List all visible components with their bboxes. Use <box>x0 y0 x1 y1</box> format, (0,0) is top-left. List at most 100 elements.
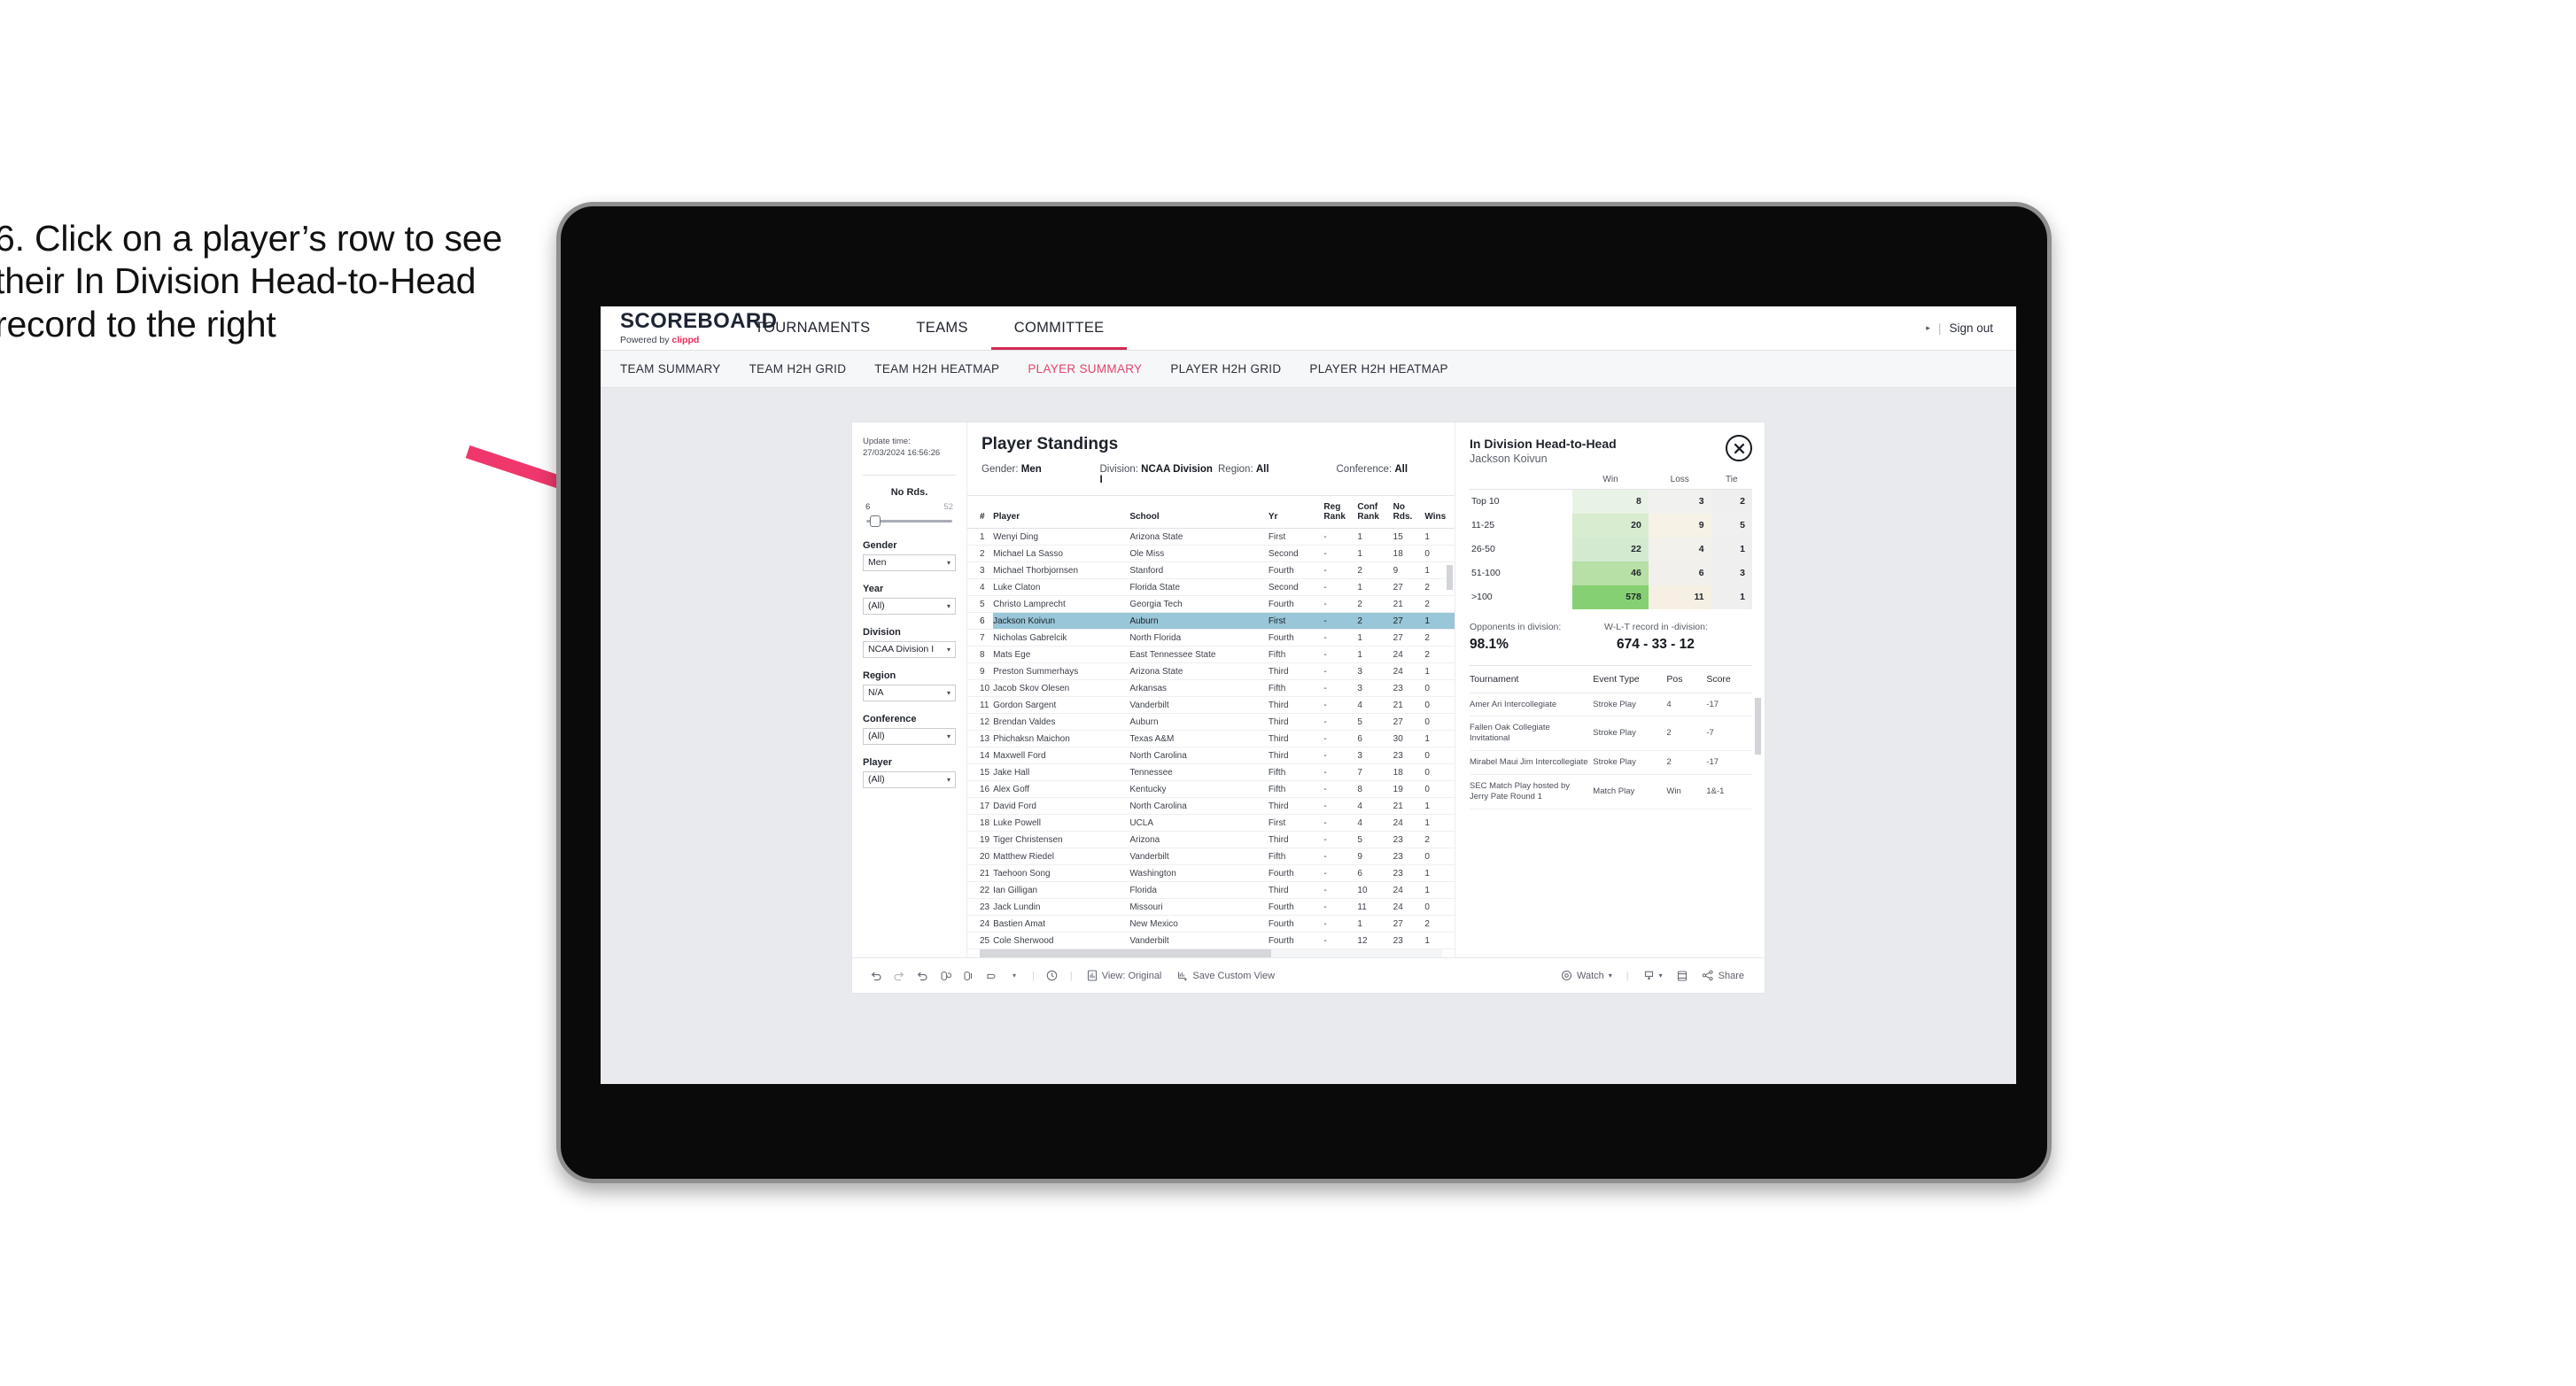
col-reg-rank[interactable]: Reg Rank <box>1323 496 1358 529</box>
yr-cell: Third <box>1268 730 1324 747</box>
table-row[interactable]: 10 Jacob Skov Olesen Arkansas Fifth -3 23 0 <box>967 679 1455 697</box>
refresh-data-icon[interactable] <box>934 970 957 982</box>
standings-horizontal-scrollbar[interactable] <box>980 949 1442 957</box>
school-cell: Arizona <box>1129 831 1269 848</box>
scoreboard-logo[interactable]: SCOREBOARD Powered by clippd <box>601 311 777 346</box>
table-row[interactable]: 23 Jack Lundin Missouri Fourth -11 24 0 <box>967 898 1455 916</box>
col-pos[interactable]: Pos <box>1666 665 1707 693</box>
filter-player-select[interactable]: (All) ▾ <box>863 770 956 788</box>
table-row[interactable]: 15 Jake Hall Tennessee Fifth -7 18 0 <box>967 763 1455 781</box>
table-row[interactable]: 8 Mats Ege East Tennessee State Fifth -1 24 2 <box>967 646 1455 663</box>
tournament-row[interactable]: Amer Ari Intercollegiate Stroke Play 4 -17 <box>1470 693 1752 717</box>
filter-division-select[interactable]: NCAA Division I ▾ <box>863 640 956 658</box>
table-row[interactable]: 3 Michael Thorbjornsen Stanford Fourth -2 9 1 <box>967 561 1455 579</box>
table-row[interactable]: 12 Brendan Valdes Auburn Third -5 27 0 <box>967 713 1455 731</box>
col-yr[interactable]: Yr <box>1268 496 1324 529</box>
summary-division-label: Division: <box>1099 464 1138 475</box>
col-conf-rank[interactable]: Conf Rank <box>1357 496 1393 529</box>
table-row[interactable]: 6 Jackson Koivun Auburn First -2 27 1 <box>967 612 1455 630</box>
table-row[interactable]: 1 Wenyi Ding Arizona State First -1 15 1 <box>967 528 1455 546</box>
tab-team-h2h-grid[interactable]: TEAM H2H GRID <box>749 362 847 376</box>
undo-icon[interactable] <box>865 970 888 982</box>
tab-player-h2h-heatmap[interactable]: PLAYER H2H HEATMAP <box>1309 362 1447 376</box>
tab-player-h2h-grid[interactable]: PLAYER H2H GRID <box>1170 362 1281 376</box>
wins-cell: 0 <box>1424 679 1455 697</box>
wins-cell: 1 <box>1424 528 1455 546</box>
rank-cell: 15 <box>967 763 994 781</box>
col-no-rds[interactable]: No Rds. <box>1393 496 1425 529</box>
col-tournament[interactable]: Tournament <box>1470 665 1594 693</box>
table-row[interactable]: 4 Luke Claton Florida State Second -1 27 2 <box>967 578 1455 596</box>
table-row[interactable]: 19 Tiger Christensen Arizona Third -5 23 2 <box>967 831 1455 848</box>
tournament-row[interactable]: SEC Match Play hosted by Jerry Pate Roun… <box>1470 774 1752 809</box>
tab-player-summary[interactable]: PLAYER SUMMARY <box>1028 362 1142 376</box>
filter-conference-select[interactable]: (All) ▾ <box>863 727 956 745</box>
download-button[interactable]: ▾ <box>1635 970 1671 981</box>
pause-refresh-icon[interactable] <box>957 970 980 982</box>
chevron-down-icon[interactable]: ▸ <box>1926 323 1930 333</box>
table-row[interactable]: 14 Maxwell Ford North Carolina Third -3 23 0 <box>967 747 1455 764</box>
col-score[interactable]: Score <box>1706 665 1752 693</box>
scrollbar-thumb[interactable] <box>980 949 1271 957</box>
player-cell: Jackson Koivun <box>993 612 1130 630</box>
watch-button[interactable]: Watch ▾ <box>1553 970 1620 981</box>
filter-year-select[interactable]: (All) ▾ <box>863 597 956 615</box>
table-row[interactable]: 5 Christo Lamprecht Georgia Tech Fourth -2 21… <box>967 595 1455 613</box>
no-rds-cell: 23 <box>1393 864 1425 882</box>
yr-cell: Fourth <box>1268 864 1324 882</box>
nav-teams[interactable]: TEAMS <box>893 306 990 350</box>
filter-region-select[interactable]: N/A ▾ <box>863 684 956 701</box>
wins-cell: 0 <box>1424 747 1455 764</box>
table-row[interactable]: 11 Gordon Sargent Vanderbilt Third -4 21 0 <box>967 696 1455 714</box>
tab-team-summary[interactable]: TEAM SUMMARY <box>620 362 721 376</box>
no-rds-cell: 23 <box>1393 848 1425 865</box>
table-row[interactable]: 24 Bastien Amat New Mexico Fourth -1 27 2 <box>967 915 1455 933</box>
h2h-win-cell: 8 <box>1572 489 1649 514</box>
col-player[interactable]: Player <box>993 496 1130 529</box>
view-original-button[interactable]: View: Original <box>1079 970 1170 981</box>
fullscreen-icon[interactable] <box>1671 970 1694 982</box>
reg-rank-cell: - <box>1323 528 1358 546</box>
rank-cell: 23 <box>967 898 994 916</box>
table-row[interactable]: 7 Nicholas Gabrelcik North Florida Fourth -1… <box>967 629 1455 647</box>
no-rds-cell: 15 <box>1393 528 1425 546</box>
table-row[interactable]: 16 Alex Goff Kentucky Fifth -8 19 0 <box>967 780 1455 798</box>
col-rank[interactable]: # <box>967 496 994 529</box>
yr-cell: Fifth <box>1268 848 1324 865</box>
save-custom-view-button[interactable]: Save Custom View <box>1169 970 1283 981</box>
h2h-tie-cell: 1 <box>1711 585 1752 609</box>
table-row[interactable]: 13 Phichaksn Maichon Texas A&M Third -6 30 1 <box>967 730 1455 747</box>
table-row[interactable]: 2 Michael La Sasso Ole Miss Second -1 18 0 <box>967 545 1455 562</box>
standings-vertical-scrollbar[interactable] <box>1447 565 1453 590</box>
table-row[interactable]: 22 Ian Gilligan Florida Third -10 24 1 <box>967 881 1455 899</box>
revert-icon[interactable] <box>911 970 934 982</box>
chevron-down-icon: ▾ <box>946 775 950 784</box>
nav-committee[interactable]: COMMITTEE <box>991 306 1128 350</box>
tournament-row[interactable]: Fallen Oak Collegiate Invitational Stroke… <box>1470 716 1752 752</box>
table-row[interactable]: 25 Cole Sherwood Vanderbilt Fourth -12 23 1 <box>967 932 1455 949</box>
col-wins[interactable]: Wins <box>1424 496 1455 529</box>
col-school[interactable]: School <box>1129 496 1269 529</box>
history-icon[interactable] <box>1041 969 1064 982</box>
tab-team-h2h-heatmap[interactable]: TEAM H2H HEATMAP <box>874 362 999 376</box>
no-rds-slider[interactable] <box>863 515 956 528</box>
close-icon[interactable] <box>1726 435 1752 461</box>
highlight-icon[interactable] <box>980 970 1003 982</box>
nav-tournaments[interactable]: TOURNAMENTS <box>732 306 893 350</box>
wins-cell: 1 <box>1424 662 1455 680</box>
share-button[interactable]: Share <box>1694 970 1752 981</box>
tournaments-scrollbar[interactable] <box>1755 697 1761 755</box>
slider-handle[interactable] <box>870 515 881 527</box>
filter-gender-select[interactable]: Men ▾ <box>863 554 956 571</box>
school-cell: East Tennessee State <box>1129 646 1269 663</box>
redo-icon[interactable] <box>888 970 911 982</box>
col-event-type[interactable]: Event Type <box>1593 665 1667 693</box>
chevron-down-icon[interactable]: ▾ <box>1003 972 1026 979</box>
table-row[interactable]: 18 Luke Powell UCLA First -4 24 1 <box>967 814 1455 832</box>
table-row[interactable]: 17 David Ford North Carolina Third -4 21 1 <box>967 797 1455 815</box>
table-row[interactable]: 20 Matthew Riedel Vanderbilt Fifth -9 23 0 <box>967 848 1455 865</box>
table-row[interactable]: 21 Taehoon Song Washington Fourth -6 23 1 <box>967 864 1455 882</box>
table-row[interactable]: 9 Preston Summerhays Arizona State Third -3 2… <box>967 662 1455 680</box>
sign-out-link[interactable]: Sign out <box>1949 321 1993 335</box>
tournament-row[interactable]: Mirabel Maui Jim Intercollegiate Stroke P… <box>1470 750 1752 775</box>
